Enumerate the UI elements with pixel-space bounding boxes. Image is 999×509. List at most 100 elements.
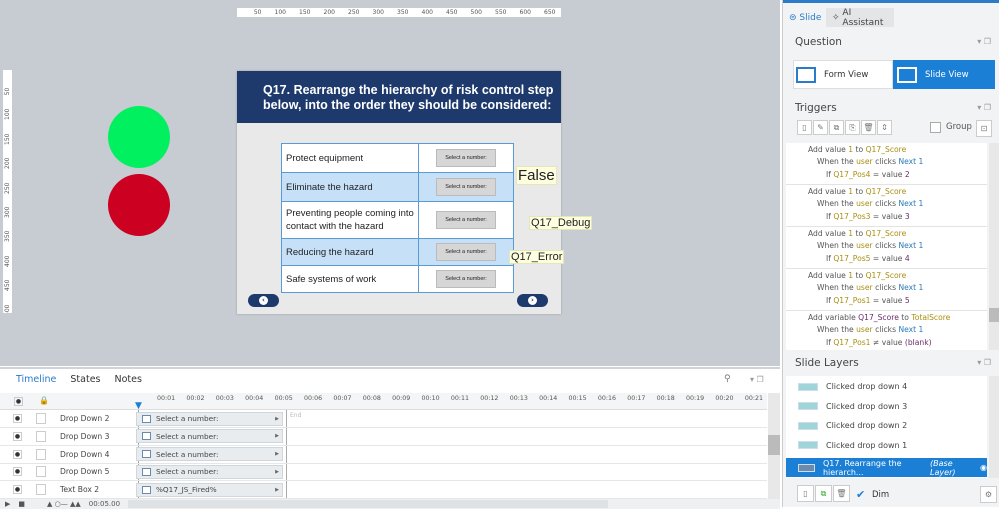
variable-q17-error[interactable]: Q17_Error (509, 250, 565, 264)
timeline-bar[interactable]: Select a number: ▶ (136, 447, 283, 462)
number-dropdown[interactable]: Select a number: (436, 270, 496, 288)
step-label: Eliminate the hazard (282, 173, 419, 201)
right-panel: ⊜ Slide ✧ AI Assistant Question ▾ ❐ Form… (782, 0, 999, 507)
slide-view-button[interactable]: Slide View (893, 60, 995, 89)
number-dropdown[interactable]: Select a number: (436, 243, 496, 261)
lock-checkbox[interactable] (36, 448, 46, 460)
trigger-item[interactable]: Add variable Q17_Score to TotalScore When… (786, 311, 987, 350)
expand-arrow-icon[interactable]: ▶ (275, 416, 279, 422)
trigger-text: Q17_Score (865, 145, 907, 154)
new-layer-icon[interactable]: ▯ (797, 485, 814, 502)
timeline-row[interactable]: ● Drop Down 4 Select a number: ▶ (0, 446, 767, 464)
expand-arrow-icon[interactable]: ▶ (275, 433, 279, 439)
expand-arrow-icon[interactable]: ▶ (275, 487, 279, 493)
panel-controls[interactable]: ▾ ❐ (750, 375, 764, 384)
eye-icon[interactable]: ● (13, 449, 22, 459)
object-name: Text Box 2 (60, 485, 100, 495)
variable-false[interactable]: False (516, 166, 557, 185)
eye-icon[interactable]: ◉ (980, 463, 987, 472)
eye-icon[interactable]: ● (13, 485, 22, 495)
trigger-text: = value (870, 169, 905, 179)
next-button[interactable]: › (517, 294, 548, 307)
trigger-item[interactable]: Add value 1 to Q17_Score When the user cl… (786, 269, 987, 311)
edit-trigger-icon[interactable]: ✎ (813, 120, 828, 135)
time-ruler[interactable]: 00:01 00:02 00:03 00:04 00:05 00:06 00:07 00:08… (157, 395, 769, 409)
timeline-row[interactable]: ● Drop Down 2 Select a number: ▶ (0, 410, 767, 428)
trigger-panel-icon[interactable]: ⊡ (976, 120, 992, 137)
delete-layer-icon[interactable]: 🗑 (833, 485, 850, 502)
layer-item[interactable]: Clicked drop down 2 (786, 416, 987, 435)
eye-icon[interactable]: ● (13, 414, 22, 423)
new-trigger-icon[interactable]: ▯ (797, 120, 812, 135)
lock-checkbox[interactable] (36, 484, 46, 496)
tab-states[interactable]: States (70, 374, 100, 385)
tab-timeline[interactable]: Timeline (16, 374, 56, 385)
ruler-tick-label: 300 (4, 206, 11, 218)
timeline-row[interactable]: ● Drop Down 5 Select a number: ▶ (0, 463, 767, 482)
ruler-tick-label: 250 (348, 9, 360, 16)
timeline-bar[interactable]: %Q17_JS_Fired% ▶ (136, 482, 283, 497)
trigger-text: clicks (872, 325, 899, 335)
layer-item[interactable]: Clicked drop down 4 (786, 377, 987, 396)
slide-title[interactable]: Q17. Rearrange the hierarchy of risk con… (237, 71, 561, 123)
layers-scrollbar[interactable] (989, 376, 999, 478)
slide[interactable]: Q17. Rearrange the hierarchy of risk con… (237, 71, 561, 314)
prev-button[interactable]: ‹ (248, 294, 279, 307)
number-dropdown[interactable]: Select a number: (436, 178, 496, 196)
panel-controls[interactable]: ▾ ❐ (977, 37, 991, 46)
trigger-item[interactable]: Add value 1 to Q17_Score When the user cl… (786, 143, 987, 185)
eye-header-icon[interactable]: ● (14, 397, 23, 406)
question-table: Protect equipment Select a number: Elimina… (281, 143, 514, 293)
eye-icon[interactable]: ● (13, 431, 22, 441)
panel-controls[interactable]: ▾ ❐ (977, 358, 991, 367)
ruler-tick-label: 500 (470, 9, 482, 16)
form-view-button[interactable]: Form View (793, 60, 893, 89)
lock-checkbox[interactable] (36, 466, 46, 478)
triggers-scrollbar[interactable] (989, 143, 999, 350)
trigger-text: = value (870, 211, 905, 221)
move-up-down-icon[interactable]: ⇕ (877, 120, 892, 135)
tab-notes[interactable]: Notes (115, 374, 142, 385)
copy-icon[interactable]: ⧉ (829, 120, 844, 135)
variable-q17-debug[interactable]: Q17_Debug (529, 216, 593, 230)
timeline-row[interactable]: ● Text Box 2 %Q17_JS_Fired% ▶ (0, 481, 767, 500)
expand-arrow-icon[interactable]: ▶ (275, 469, 279, 475)
delete-icon[interactable]: 🗑 (861, 120, 876, 135)
red-circle[interactable] (108, 174, 170, 236)
trigger-item[interactable]: Add value 1 to Q17_Score When the user cl… (786, 185, 987, 227)
number-dropdown[interactable]: Select a number: (436, 211, 496, 229)
base-layer-item[interactable]: Q17. Rearrange the hierarch... (Base Lay… (786, 458, 987, 477)
eye-icon[interactable]: ● (13, 467, 22, 477)
number-dropdown[interactable]: Select a number: (436, 149, 496, 167)
timeline-options-icon[interactable]: ⚲ (724, 374, 731, 384)
slide-canvas[interactable]: 50 100 150 200 250 300 350 400 450 500 550 600 65070… (0, 0, 780, 366)
time-tick: 00:17 (627, 395, 646, 402)
timeline-vertical-scrollbar[interactable] (768, 393, 780, 500)
tab-slide[interactable]: ⊜ Slide (783, 8, 825, 27)
expand-arrow-icon[interactable]: ▶ (275, 451, 279, 457)
layer-item[interactable]: Clicked drop down 3 (786, 397, 987, 416)
trigger-text: = value (870, 295, 905, 305)
duplicate-layer-icon[interactable]: ⧉ (815, 485, 832, 502)
group-checkbox[interactable] (930, 122, 941, 133)
slide-icon: ⊜ (789, 12, 800, 23)
panel-controls[interactable]: ▾ ❐ (977, 103, 991, 112)
paste-icon[interactable]: ⎘ (845, 120, 860, 135)
step-label: Preventing people coming into contact wi… (282, 202, 419, 238)
time-tick: 00:04 (245, 395, 264, 402)
timeline-bar[interactable]: Select a number: ▶ (136, 411, 283, 426)
timeline-bar[interactable]: Select a number: ▶ (136, 464, 283, 479)
ruler-vertical: 50 100 150 200 250 300 350 400 450 500 (3, 70, 12, 313)
timeline-bar[interactable]: Select a number: ▶ (136, 429, 283, 444)
lock-header-icon[interactable]: 🔒 (39, 396, 49, 405)
dim-checkbox[interactable]: ✔ (856, 488, 865, 501)
lock-checkbox[interactable] (36, 430, 46, 442)
tab-ai-assistant[interactable]: ✧ AI Assistant (826, 8, 894, 28)
trigger-item[interactable]: Add value 1 to Q17_Score When the user cl… (786, 227, 987, 269)
layer-item[interactable]: Clicked drop down 1 (786, 436, 987, 455)
gear-icon[interactable]: ⚙ (980, 486, 997, 503)
green-circle[interactable] (108, 106, 170, 168)
timeline-row[interactable]: ● Drop Down 3 Select a number: ▶ (0, 428, 767, 446)
lock-checkbox[interactable] (36, 413, 46, 424)
trigger-text: user (856, 325, 873, 335)
